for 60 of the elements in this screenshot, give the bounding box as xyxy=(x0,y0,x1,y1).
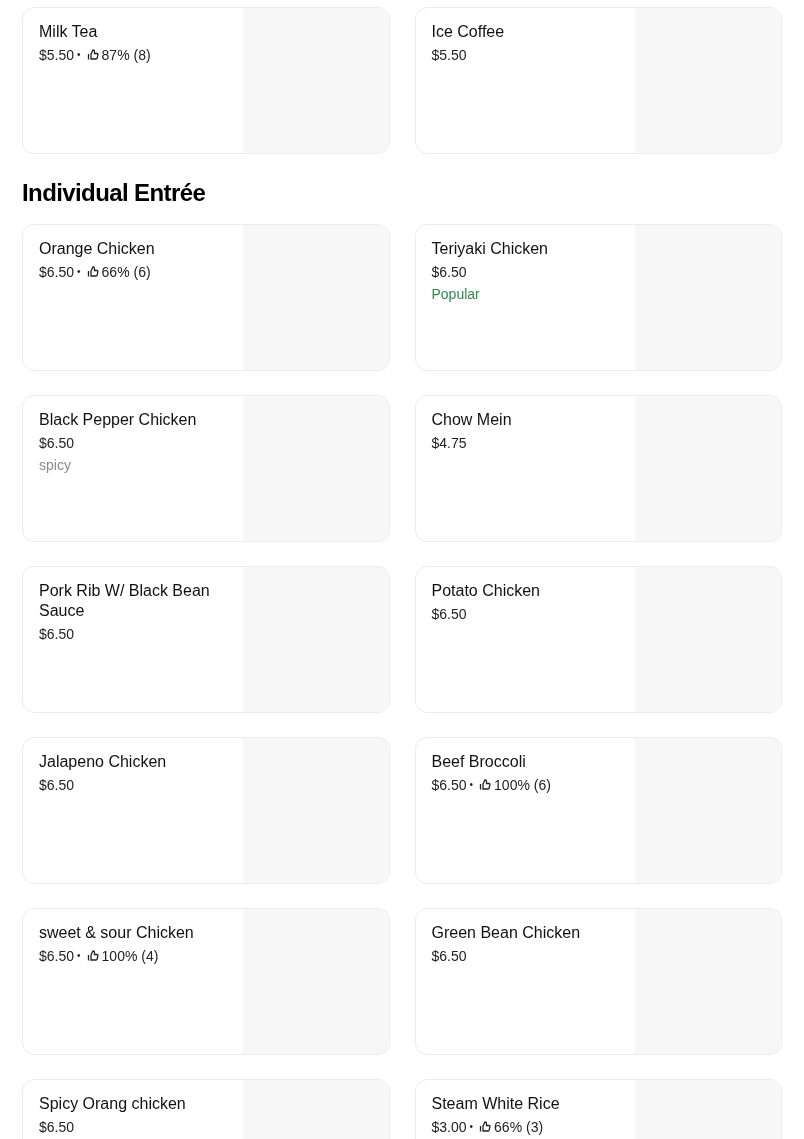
menu-item-card[interactable]: Potato Chicken $6.50 xyxy=(414,566,782,713)
item-name: Beef Broccoli xyxy=(431,752,527,772)
item-rating: 100% (4) xyxy=(101,947,159,965)
menu-item-card[interactable]: Chow Mein $4.75 xyxy=(414,395,782,542)
item-price: $6.50 xyxy=(39,263,75,281)
thumbs-up-icon xyxy=(479,1121,492,1133)
item-name: Jalapeno Chicken xyxy=(39,752,168,772)
item-name: Pork Rib W/ Black Bean Sauce xyxy=(39,581,211,621)
menu-item-card[interactable]: Black Pepper Chicken $6.50 spicy xyxy=(22,395,390,542)
separator-dot: • xyxy=(469,1120,474,1134)
item-price: $6.50 xyxy=(431,263,467,281)
item-name: Milk Tea xyxy=(39,22,99,42)
item-tag: Popular xyxy=(431,285,627,303)
item-price: $5.50 xyxy=(431,46,467,64)
menu-item-card[interactable]: Milk Tea $5.50 • 87% (8) xyxy=(22,7,390,154)
item-name: Chow Mein xyxy=(431,410,513,430)
menu-item-card[interactable]: Green Bean Chicken $6.50 xyxy=(414,908,782,1055)
thumbs-up-icon xyxy=(86,950,99,962)
item-name: Steam White Rice xyxy=(431,1094,561,1114)
item-name: Potato Chicken xyxy=(431,581,541,601)
item-price: $6.50 xyxy=(431,605,467,623)
separator-dot: • xyxy=(77,265,81,279)
item-price: $3.00 xyxy=(431,1118,467,1136)
item-name: Spicy Orang chicken xyxy=(39,1094,187,1114)
item-name: Green Bean Chicken xyxy=(431,923,582,943)
menu-item-card[interactable]: Spicy Orang chicken $6.50 xyxy=(22,1079,390,1139)
item-name: Orange Chicken xyxy=(39,239,156,259)
item-price: $6.50 xyxy=(39,947,75,965)
item-rating: 66% (3) xyxy=(494,1118,544,1136)
separator-dot: • xyxy=(77,48,81,62)
item-price: $6.50 xyxy=(39,434,75,452)
menu-item-card[interactable]: Steam White Rice $3.00 • 66% (3) xyxy=(414,1079,782,1139)
menu-item-card[interactable]: Teriyaki Chicken $6.50 Popular xyxy=(414,224,782,371)
menu-item-card[interactable]: Beef Broccoli $6.50 • 100% (6) xyxy=(414,737,782,884)
item-price: $6.50 xyxy=(39,625,75,643)
thumbs-up-icon xyxy=(479,779,492,791)
item-rating: 100% (6) xyxy=(494,776,551,794)
separator-dot: • xyxy=(469,778,474,792)
item-name: Black Pepper Chicken xyxy=(39,410,198,430)
menu-item-card[interactable]: sweet & sour Chicken $6.50 • 100% (4) xyxy=(22,908,390,1055)
menu-item-card[interactable]: Jalapeno Chicken $6.50 xyxy=(22,737,390,884)
item-price: $6.50 xyxy=(431,947,467,965)
item-price: $6.50 xyxy=(39,1118,75,1136)
menu-item-card[interactable]: Pork Rib W/ Black Bean Sauce $6.50 xyxy=(22,566,390,713)
section-heading: Individual Entrée xyxy=(22,178,207,208)
item-rating: 87% (8) xyxy=(101,46,151,64)
item-price: $6.50 xyxy=(39,776,75,794)
item-price: $6.50 xyxy=(431,776,467,794)
item-name: sweet & sour Chicken xyxy=(39,923,195,943)
thumbs-up-icon xyxy=(86,49,99,61)
thumbs-up-icon xyxy=(86,266,99,278)
item-name: Teriyaki Chicken xyxy=(431,239,549,259)
item-price: $4.75 xyxy=(431,434,467,452)
item-name: Ice Coffee xyxy=(431,22,506,42)
item-tag: spicy xyxy=(39,456,235,474)
separator-dot: • xyxy=(77,949,81,963)
item-price: $5.50 xyxy=(39,46,75,64)
menu-item-card[interactable]: Orange Chicken $6.50 • 66% (6) xyxy=(22,224,390,371)
item-rating: 66% (6) xyxy=(101,263,151,281)
menu-item-card[interactable]: Ice Coffee $5.50 xyxy=(414,7,782,154)
